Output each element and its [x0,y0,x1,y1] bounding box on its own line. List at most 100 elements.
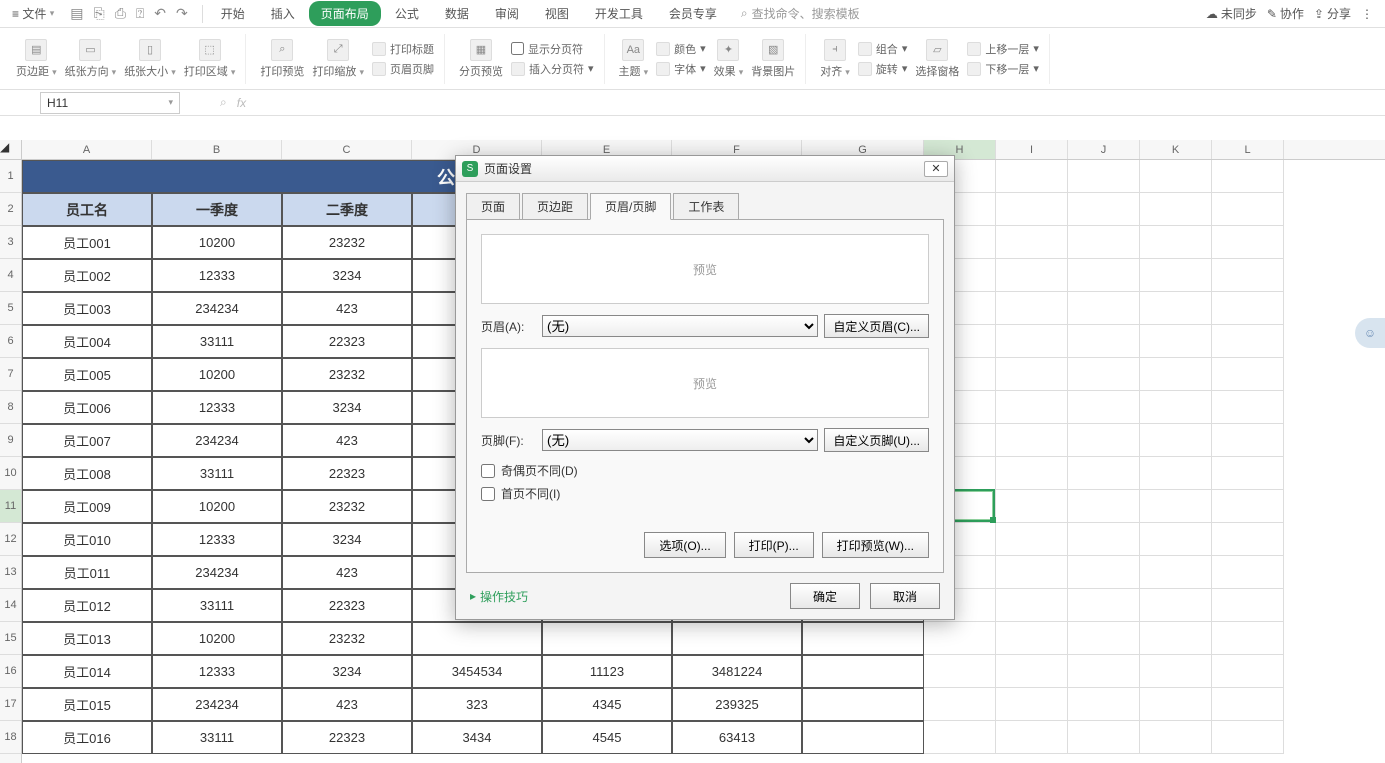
cell-B15[interactable]: 10200 [152,622,282,655]
cell-C12[interactable]: 3234 [282,523,412,556]
col-header-J[interactable]: J [1068,140,1140,159]
row-header-8[interactable]: 8 [0,391,21,424]
cell-A8[interactable]: 员工006 [22,391,152,424]
col-header-L[interactable]: L [1212,140,1284,159]
cell-C17[interactable]: 423 [282,688,412,721]
cell-L18[interactable] [1212,721,1284,754]
cell-I18[interactable] [996,721,1068,754]
custom-header-button[interactable]: 自定义页眉(C)... [824,314,929,338]
align-button[interactable]: ⫞对齐 ▾ [820,39,850,79]
cell-J12[interactable] [1068,523,1140,556]
options-button[interactable]: 选项(O)... [644,532,725,558]
row-header-15[interactable]: 15 [0,622,21,655]
cell-C11[interactable]: 23232 [282,490,412,523]
cancel-button[interactable]: 取消 [870,583,940,609]
ribbon-tab-8[interactable]: 会员专享 [657,1,729,26]
row-header-4[interactable]: 4 [0,259,21,292]
cell-K11[interactable] [1140,490,1212,523]
cell-L14[interactable] [1212,589,1284,622]
cell-F16[interactable]: 3481224 [672,655,802,688]
cell-K6[interactable] [1140,325,1212,358]
cell-E18[interactable]: 4545 [542,721,672,754]
cell-I16[interactable] [996,655,1068,688]
colors-button[interactable]: 颜色▾ [656,41,706,57]
cell-A4[interactable]: 员工002 [22,259,152,292]
cell-J17[interactable] [1068,688,1140,721]
cell-B16[interactable]: 12333 [152,655,282,688]
cell-J11[interactable] [1068,490,1140,523]
cell-L9[interactable] [1212,424,1284,457]
cell-A6[interactable]: 员工004 [22,325,152,358]
cell-I1[interactable] [996,160,1068,193]
cell-H17[interactable] [924,688,996,721]
share-button[interactable]: ⇪分享 [1314,5,1351,22]
custom-footer-button[interactable]: 自定义页脚(U)... [824,428,929,452]
row-header-2[interactable]: 2 [0,193,21,226]
command-search[interactable]: ⌕ 查找命令、搜索模板 [741,5,860,22]
cell-K12[interactable] [1140,523,1212,556]
cell-J2[interactable] [1068,193,1140,226]
cell-A17[interactable]: 员工015 [22,688,152,721]
cell-C6[interactable]: 22323 [282,325,412,358]
col-header-C[interactable]: C [282,140,412,159]
printarea-button[interactable]: ⬚打印区域 ▾ [184,39,236,79]
save-icon[interactable]: ▤ [70,5,83,22]
group-button[interactable]: 组合▾ [858,41,908,57]
printscale-button[interactable]: ⤢打印缩放 ▾ [312,39,364,79]
printpreview-button[interactable]: ⌕打印预览 [260,39,304,79]
cell-H16[interactable] [924,655,996,688]
cell-C4[interactable]: 3234 [282,259,412,292]
cell-I13[interactable] [996,556,1068,589]
cell-J4[interactable] [1068,259,1140,292]
cell-L2[interactable] [1212,193,1284,226]
cell-G15[interactable] [802,622,924,655]
pagebreakpreview-button[interactable]: ▦分页预览 [459,39,503,79]
cell-D17[interactable]: 323 [412,688,542,721]
cell-C3[interactable]: 23232 [282,226,412,259]
cell-A14[interactable]: 员工012 [22,589,152,622]
cell-G17[interactable] [802,688,924,721]
cell-L13[interactable] [1212,556,1284,589]
row-header-11[interactable]: 11 [0,490,21,523]
saveas-icon[interactable]: ⎘ [93,5,104,22]
dialog-titlebar[interactable]: S 页面设置 ✕ [456,156,954,182]
cell-K17[interactable] [1140,688,1212,721]
fx-icon[interactable]: fx [237,96,246,110]
insertbreak-button[interactable]: 插入分页符▾ [511,61,594,77]
cell-J18[interactable] [1068,721,1140,754]
first-page-checkbox[interactable] [481,487,495,501]
cell-L5[interactable] [1212,292,1284,325]
cell-J15[interactable] [1068,622,1140,655]
printpreview-button[interactable]: 打印预览(W)... [822,532,929,558]
cell-H18[interactable] [924,721,996,754]
cell-C14[interactable]: 22323 [282,589,412,622]
cell-F17[interactable]: 239325 [672,688,802,721]
ribbon-tab-5[interactable]: 审阅 [483,1,531,26]
cell-G16[interactable] [802,655,924,688]
collab-button[interactable]: ✎协作 [1267,5,1304,22]
sendback-button[interactable]: 下移一层▾ [967,61,1039,77]
fonts-button[interactable]: 字体▾ [656,61,706,77]
cell-J6[interactable] [1068,325,1140,358]
cell-I8[interactable] [996,391,1068,424]
cell-L4[interactable] [1212,259,1284,292]
cell-A15[interactable]: 员工013 [22,622,152,655]
selectionpane-button[interactable]: ▱选择窗格 [915,39,959,79]
cell-B14[interactable]: 33111 [152,589,282,622]
cell-B8[interactable]: 12333 [152,391,282,424]
ribbon-tab-7[interactable]: 开发工具 [583,1,655,26]
col-header-B[interactable]: B [152,140,282,159]
cell-I15[interactable] [996,622,1068,655]
cell-A5[interactable]: 员工003 [22,292,152,325]
chevron-down-icon[interactable]: ▾ [168,97,173,108]
showbreaks-toggle[interactable]: 显示分页符 [511,41,594,57]
odd-even-checkbox[interactable] [481,464,495,478]
dialog-tab-3[interactable]: 工作表 [673,193,739,220]
cell-K5[interactable] [1140,292,1212,325]
cell-A16[interactable]: 员工014 [22,655,152,688]
cell-B11[interactable]: 10200 [152,490,282,523]
cell-I10[interactable] [996,457,1068,490]
file-menu[interactable]: ≡ 文件 ▾ [4,5,62,22]
papersize-button[interactable]: ▯纸张大小 ▾ [124,39,176,79]
cell-D15[interactable] [412,622,542,655]
